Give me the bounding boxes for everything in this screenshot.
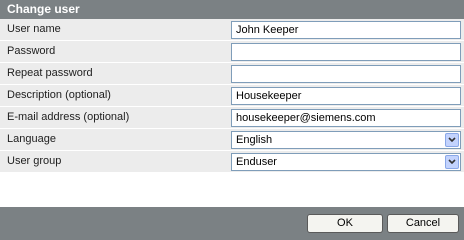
user-group-selected-value: Enduser [236,156,277,168]
username-row: User name [0,19,464,41]
cancel-button[interactable]: Cancel [387,214,459,233]
change-user-dialog: Change user User name Password Repeat pa… [0,0,464,240]
user-group-select[interactable]: Enduser [231,153,461,171]
username-label: User name [7,23,61,35]
language-selected-value: English [236,134,273,146]
chevron-down-icon[interactable] [445,133,459,147]
repeat-password-row: Repeat password [0,63,464,85]
password-input[interactable] [231,43,461,61]
description-label: Description (optional) [7,89,111,101]
description-row: Description (optional) [0,85,464,107]
email-label: E-mail address (optional) [7,111,130,123]
language-select[interactable]: English [231,131,461,149]
repeat-password-label: Repeat password [7,67,93,79]
description-input[interactable] [231,87,461,105]
language-row: Language English [0,129,464,151]
chevron-down-icon[interactable] [445,155,459,169]
user-group-row: User group Enduser [0,151,464,173]
password-row: Password [0,41,464,63]
password-label: Password [7,45,56,57]
email-row: E-mail address (optional) [0,107,464,129]
button-bar: OK Cancel [0,207,464,240]
ok-button[interactable]: OK [307,214,383,233]
user-group-label: User group [7,155,62,167]
repeat-password-input[interactable] [231,65,461,83]
language-label: Language [7,133,56,145]
email-input[interactable] [231,109,461,127]
username-input[interactable] [231,21,461,39]
dialog-title: Change user [0,0,464,19]
